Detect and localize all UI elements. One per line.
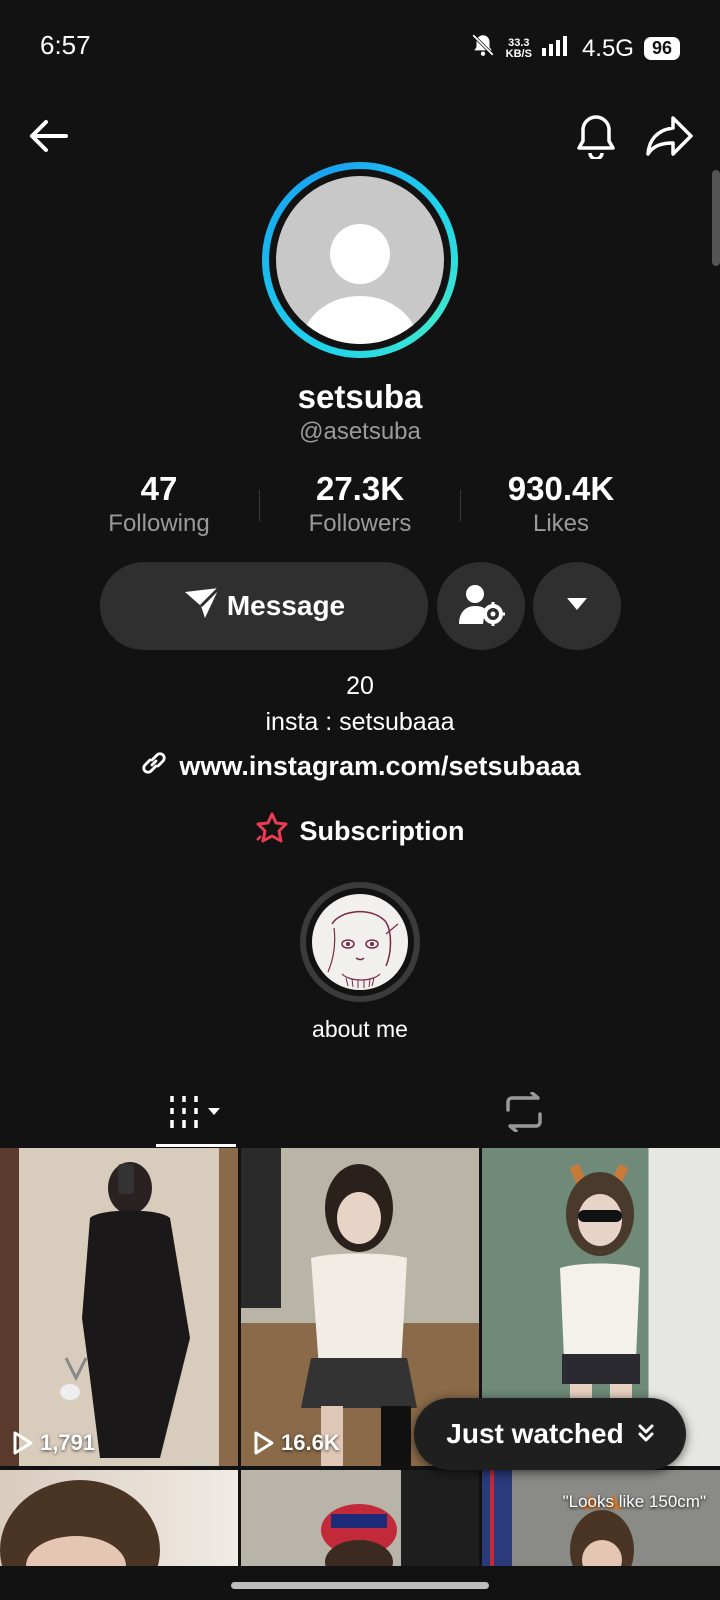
just-watched-button[interactable]: Just watched [414,1398,686,1470]
tab-active-indicator [156,1144,236,1147]
subscription-star-icon [255,812,289,851]
stat-following[interactable]: 47 Following [59,470,259,538]
status-time: 6:57 [40,30,91,60]
view-count: 1,791 [12,1430,95,1456]
signal-icon [541,34,572,63]
battery-indicator: 96 [643,37,680,60]
content-tabs [0,1080,720,1148]
video-thumbnail[interactable]: "Looks like 150cm" [482,1470,720,1568]
just-watched-label: Just watched [446,1418,624,1449]
video-thumbnail[interactable]: 1,791 [0,1148,238,1466]
home-indicator[interactable] [231,1582,489,1589]
profile-name: setsuba [297,378,423,415]
double-chevron-down-icon [638,1418,654,1450]
video-grid: 1,791 16.6K "Looks like 150cm" [0,1148,720,1568]
reposts-icon [502,1090,546,1137]
chevron-down-icon [566,597,588,616]
tab-videos[interactable] [156,1080,236,1148]
highlight-about-me[interactable] [300,882,420,1002]
videos-grid-icon [168,1094,224,1135]
message-label: Message [226,590,346,621]
more-dropdown-button[interactable] [533,562,621,650]
share-icon[interactable] [640,110,698,162]
bio-link[interactable]: www.instagram.com/setsubaaa [0,748,720,785]
subscription-label: Subscription [299,816,465,846]
profile-handle: @asetsuba [299,418,421,445]
network-type: 4.5G [581,34,634,62]
status-icons: 33.3 KB/S 4.5G 96 [470,32,680,65]
user-gear-icon [457,582,505,631]
bio-link-text: www.instagram.com/setsubaaa [179,751,581,781]
notification-bell-icon[interactable] [570,110,622,162]
highlight-label: about me [312,1016,408,1042]
default-avatar-icon [276,176,444,344]
video-caption: "Looks like 150cm" [562,1492,706,1511]
view-count: 16.6K [253,1430,340,1456]
scrollbar-thumb[interactable] [712,170,720,266]
profile-avatar[interactable] [262,162,458,358]
stat-likes[interactable]: 930.4K Likes [461,470,661,538]
user-settings-button[interactable] [437,562,525,650]
stat-followers[interactable]: 27.3K Followers [260,470,460,538]
mute-bell-icon [470,32,496,65]
subscription-button[interactable]: Subscription [0,812,720,851]
net-speed: 33.3 KB/S [505,36,532,60]
tab-reposts[interactable] [484,1080,564,1148]
video-thumbnail[interactable] [241,1470,479,1568]
bio-line-insta: insta : setsubaaa [265,708,455,736]
video-thumbnail[interactable] [0,1470,238,1568]
back-arrow-icon[interactable] [22,110,74,162]
message-button[interactable]: Message [100,562,428,650]
bio-line-age: 20 [346,672,374,700]
link-icon [139,748,169,785]
highlight-drawing [312,894,408,990]
send-icon [183,586,221,627]
